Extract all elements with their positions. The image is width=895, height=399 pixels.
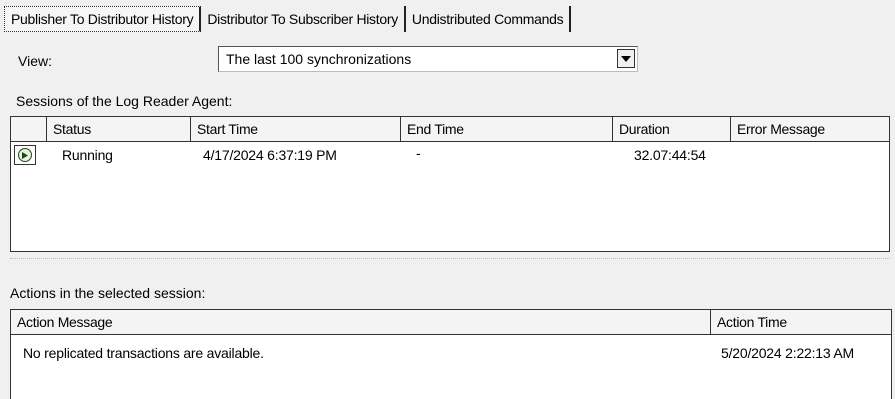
actions-label: Actions in the selected session: <box>10 285 206 301</box>
column-header-duration[interactable]: Duration <box>613 117 731 141</box>
dropdown-arrow-button[interactable] <box>617 49 635 68</box>
tab-label: Distributor To Subscriber History <box>207 11 398 27</box>
tab-bar: Publisher To Distributor History Distrib… <box>4 6 572 32</box>
view-dropdown-value: The last 100 synchronizations <box>226 51 412 67</box>
sessions-label: Sessions of the Log Reader Agent: <box>16 93 233 109</box>
tab-undistributed-commands[interactable]: Undistributed Commands <box>406 6 572 32</box>
table-row[interactable]: Running 4/17/2024 6:37:19 PM - 32.07:44:… <box>11 142 889 168</box>
row-selector-header <box>11 117 47 141</box>
tab-publisher-to-distributor-history[interactable]: Publisher To Distributor History <box>4 6 202 32</box>
sessions-grid[interactable]: Status Start Time End Time Duration Erro… <box>10 116 890 252</box>
sessions-header: Status Start Time End Time Duration Erro… <box>11 117 889 142</box>
running-icon <box>18 148 32 162</box>
splitter[interactable] <box>10 258 890 265</box>
column-header-status[interactable]: Status <box>47 117 191 141</box>
cell-status: Running <box>62 147 113 163</box>
column-header-error-message[interactable]: Error Message <box>731 117 889 141</box>
cell-end-time: - <box>416 145 421 161</box>
cell-duration: 32.07:44:54 <box>634 147 706 163</box>
column-header-end-time[interactable]: End Time <box>401 117 613 141</box>
tab-label: Publisher To Distributor History <box>11 11 194 27</box>
tab-distributor-to-subscriber-history[interactable]: Distributor To Subscriber History <box>201 6 406 32</box>
cell-action-time: 5/20/2024 2:22:13 AM <box>721 345 854 361</box>
view-dropdown[interactable]: The last 100 synchronizations <box>218 46 638 72</box>
column-header-start-time[interactable]: Start Time <box>191 117 401 141</box>
cell-action-message: No replicated transactions are available… <box>23 345 264 361</box>
view-label: View: <box>18 53 52 69</box>
actions-grid[interactable]: Action Message Action Time No replicated… <box>10 309 892 399</box>
chevron-down-icon <box>621 55 631 62</box>
tab-label: Undistributed Commands <box>411 11 564 27</box>
actions-header: Action Message Action Time <box>11 310 891 335</box>
table-row[interactable]: No replicated transactions are available… <box>11 335 891 361</box>
column-header-action-message[interactable]: Action Message <box>11 310 711 334</box>
column-header-action-time[interactable]: Action Time <box>711 310 891 334</box>
cell-start-time: 4/17/2024 6:37:19 PM <box>203 147 337 163</box>
